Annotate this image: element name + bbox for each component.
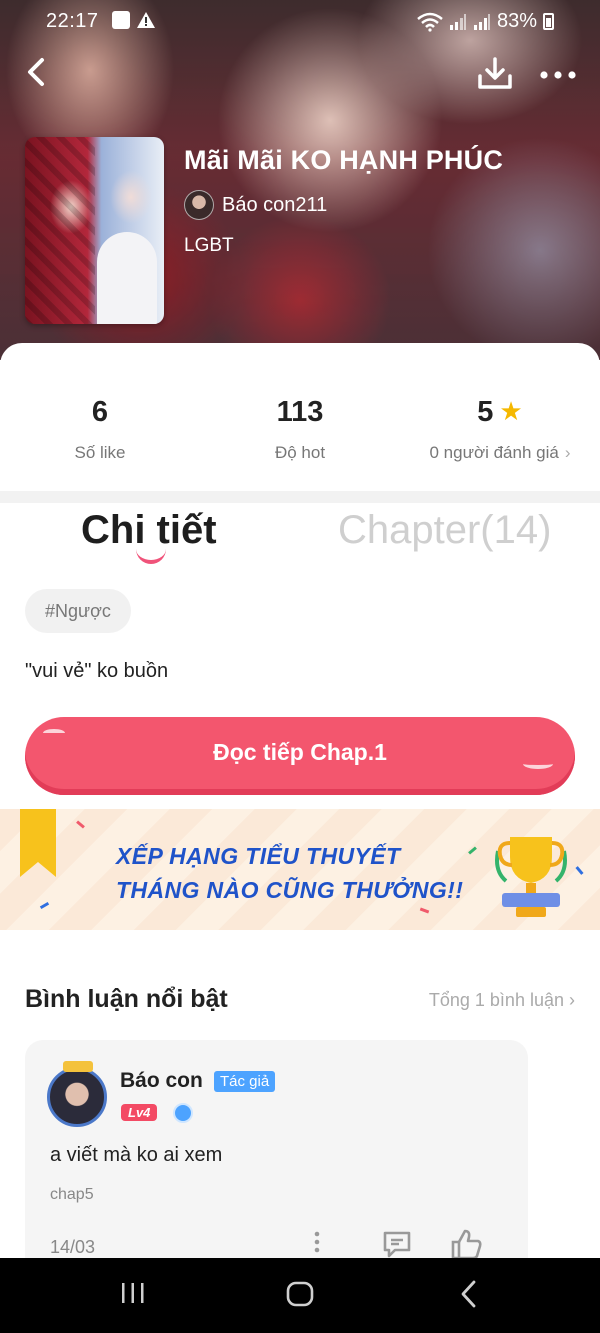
continue-reading-label: Đọc tiếp Chap.1	[213, 739, 387, 765]
ranking-banner[interactable]: XẾP HẠNG TIỂU THUYẾT THÁNG NÀO CŨNG THƯỞ…	[0, 809, 600, 930]
reply-icon	[383, 1231, 411, 1258]
signal-icon	[449, 13, 466, 30]
nav-back-button[interactable]	[456, 1278, 482, 1315]
home-button[interactable]	[284, 1278, 316, 1315]
tag-chip[interactable]: #Ngược	[25, 589, 131, 633]
divider	[0, 491, 600, 503]
bookmark-ribbon-icon	[20, 809, 56, 877]
back-icon	[461, 1280, 476, 1308]
hot-label: Độ hot	[274, 443, 326, 462]
status-time: 22:17	[46, 10, 99, 32]
signal-icon-2	[473, 13, 490, 30]
view-all-comments-link[interactable]: Tổng 1 bình luận ›	[429, 990, 575, 1011]
warning-icon	[137, 12, 155, 28]
likes-count: 6	[91, 396, 109, 428]
author-badge: Tác giả	[214, 1071, 276, 1092]
book-genre: LGBT	[184, 235, 234, 256]
book-title: Mãi Mãi KO HẠNH PHÚC	[184, 145, 504, 175]
featured-comments-section: Bình luận nổi bật Tổng 1 bình luận › Báo…	[0, 970, 600, 1280]
tab-detail[interactable]: Chi tiết	[81, 508, 217, 553]
book-detail-screen: 22:17 83% Mãi Mãi KO HẠNH PHÚC Báo con21…	[0, 0, 600, 1333]
system-navigation-bar	[0, 1258, 600, 1333]
water-drop-badge-icon	[173, 1103, 193, 1123]
book-description: "vui vẻ" ko buồn	[25, 660, 169, 682]
commenter-avatar[interactable]	[47, 1061, 107, 1127]
battery-percent: 83%	[496, 10, 537, 32]
recent-apps-button[interactable]	[118, 1278, 148, 1313]
chevron-right-icon: ›	[569, 990, 575, 1010]
comment-card: Báo con Tác giả Lv4 a viết mà ko ai xem …	[25, 1040, 528, 1280]
comments-total: Tổng 1 bình luận	[428, 990, 564, 1010]
comment-date: 14/03	[50, 1237, 96, 1257]
rating-count-label: 0 người đánh giá	[429, 443, 559, 462]
continue-reading-button[interactable]: Đọc tiếp Chap.1	[25, 717, 575, 795]
download-icon	[478, 57, 512, 89]
commenter-name[interactable]: Báo con	[120, 1069, 203, 1093]
active-tab-indicator	[136, 548, 166, 564]
comment-text: a viết mà ko ai xem	[50, 1144, 223, 1166]
check-icon	[112, 11, 130, 29]
chevron-left-icon	[28, 58, 44, 86]
hot-count: 113	[276, 396, 324, 428]
banner-text: XẾP HẠNG TIỂU THUYẾT THÁNG NÀO CŨNG THƯỞ…	[116, 839, 463, 907]
rating-value: 5	[477, 396, 494, 428]
likes-label: Số like	[74, 443, 126, 462]
vertical-dots-icon	[314, 1231, 320, 1253]
stat-rating[interactable]: 5 ★ 0 người đánh giá ›	[400, 396, 600, 463]
more-options-button[interactable]	[538, 62, 578, 88]
back-button[interactable]	[20, 54, 54, 90]
stat-likes: 6 Số like	[0, 396, 200, 463]
level-badge: Lv4	[121, 1104, 158, 1121]
stat-hot: 113 Độ hot	[200, 396, 400, 463]
download-button[interactable]	[476, 56, 514, 92]
book-cover-image	[25, 137, 164, 324]
wifi-icon	[417, 12, 443, 32]
chevron-right-icon: ›	[564, 443, 571, 462]
stats-card: 6 Số like 113 Độ hot 5 ★ 0 người đánh giá…	[0, 343, 600, 491]
status-bar: 22:17 83%	[0, 0, 600, 42]
more-dots-icon	[540, 71, 576, 79]
recent-apps-icon	[122, 1283, 144, 1303]
comment-chapter[interactable]: chap5	[50, 1186, 94, 1204]
tab-chapters[interactable]: Chapter(14)	[338, 508, 551, 553]
battery-icon	[543, 13, 554, 30]
home-icon	[286, 1281, 314, 1307]
detail-section: Chi tiết Chapter(14) #Ngược "vui vẻ" ko …	[0, 503, 600, 809]
trophy-icon	[495, 837, 567, 917]
banner-line-2: THÁNG NÀO CŨNG THƯỞNG!!	[116, 877, 464, 903]
author-avatar	[184, 190, 214, 220]
author-link[interactable]: Báo con211	[184, 190, 327, 220]
comments-title: Bình luận nổi bật	[25, 985, 228, 1013]
author-name: Báo con211	[222, 193, 328, 216]
thumbs-up-icon	[451, 1229, 482, 1260]
star-icon: ★	[499, 396, 523, 426]
banner-line-1: XẾP HẠNG TIỂU THUYẾT	[116, 843, 401, 869]
